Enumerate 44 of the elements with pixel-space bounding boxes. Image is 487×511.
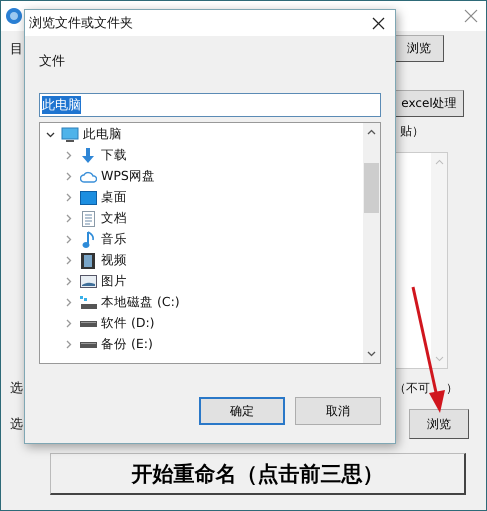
tree-item[interactable]: 视频 xyxy=(40,250,363,271)
browse-button[interactable]: 浏览 xyxy=(394,35,444,62)
paste-note: 贴） xyxy=(399,123,425,140)
download-arrow-icon xyxy=(80,148,96,164)
drive-icon xyxy=(80,320,96,326)
field-label: 目 xyxy=(10,40,24,58)
dialog-button[interactable]: 取消 xyxy=(295,397,381,425)
tree-item[interactable]: 下载 xyxy=(40,145,363,166)
scrollbar[interactable] xyxy=(363,123,380,363)
dialog-label: 文件 xyxy=(39,53,66,70)
closing-parenthesis: ） xyxy=(446,380,458,396)
app-logo-icon xyxy=(6,8,22,24)
drive-icon xyxy=(80,342,96,348)
path-field[interactable]: 此电脑 xyxy=(39,93,381,117)
computer-icon xyxy=(61,126,79,142)
document-icon xyxy=(82,210,94,226)
cloud-icon xyxy=(80,170,96,183)
picture-icon xyxy=(80,275,96,288)
not-selectable-note: （不可 xyxy=(394,380,430,396)
field-label: 选 xyxy=(10,416,24,433)
tree-item[interactable]: 此电脑 xyxy=(40,124,363,145)
dialog-title: 浏览文件或文件夹 xyxy=(29,15,133,32)
rename-button[interactable]: 开始重命名（点击前三思） xyxy=(50,453,466,495)
close-icon[interactable] xyxy=(372,16,385,30)
drive-icon xyxy=(80,296,96,310)
film-icon xyxy=(81,252,95,268)
tree-item[interactable]: 备份 (E:) xyxy=(40,334,363,355)
tree-item[interactable]: WPS网盘 xyxy=(40,166,363,187)
music-note-icon xyxy=(82,230,94,248)
dialog-button[interactable]: 确定 xyxy=(199,397,285,425)
tree-item[interactable]: 文档 xyxy=(40,208,363,229)
scroll-thumb[interactable] xyxy=(364,163,379,213)
scroll-up-icon[interactable] xyxy=(367,129,376,135)
tree-item[interactable]: 图片 xyxy=(40,271,363,292)
field-label: 选 xyxy=(10,380,24,397)
chevron-icon[interactable] xyxy=(46,130,55,139)
browse-button[interactable]: 浏览 xyxy=(409,409,469,439)
scroll-down-icon[interactable] xyxy=(367,351,376,357)
desktop-icon xyxy=(80,190,96,204)
excel-button[interactable]: excel处理 xyxy=(394,90,464,117)
tree-item[interactable]: 本地磁盘 (C:) xyxy=(40,292,363,313)
tree-item[interactable]: 软件 (D:) xyxy=(40,313,363,334)
tree-item[interactable]: 音乐 xyxy=(40,229,363,250)
tree-item[interactable]: 桌面 xyxy=(40,187,363,208)
